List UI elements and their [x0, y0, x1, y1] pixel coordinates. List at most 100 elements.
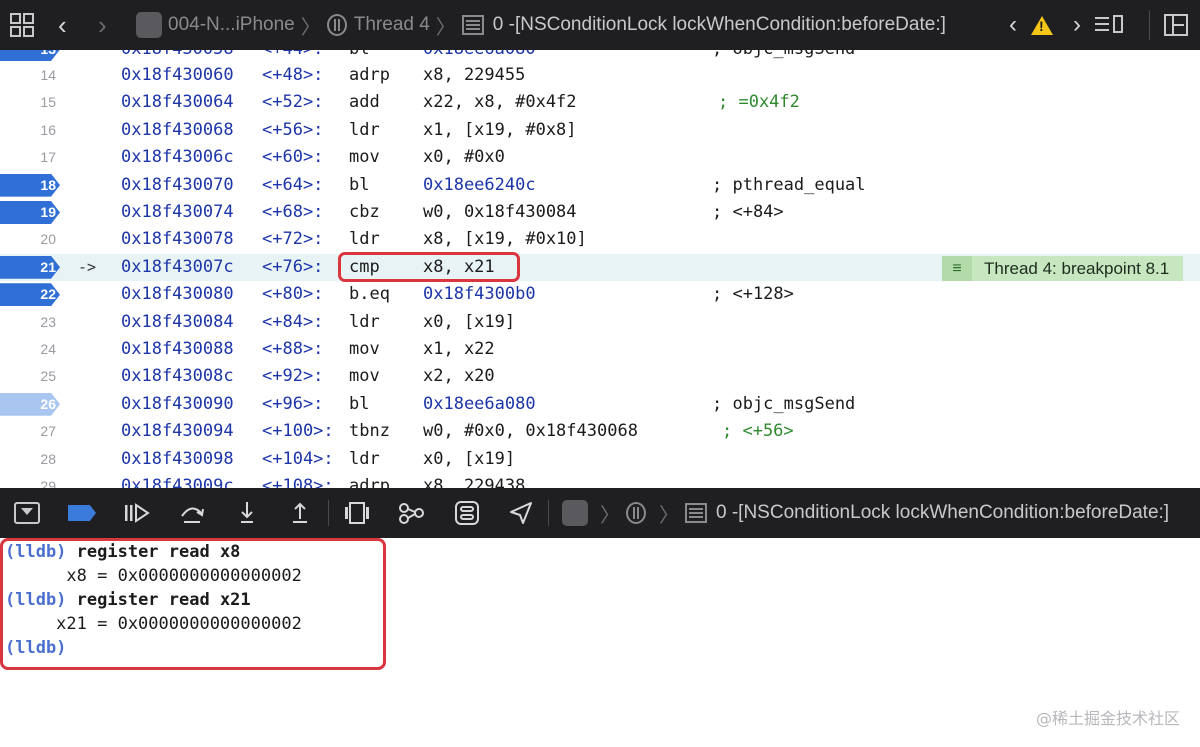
warning-icon[interactable]	[1031, 15, 1053, 35]
line-number: 25	[40, 368, 56, 385]
instruction-operands: x0, #0x0	[423, 147, 505, 168]
line-gutter[interactable]: 21	[0, 254, 60, 281]
line-gutter[interactable]: 16	[0, 117, 60, 144]
disassembly-row[interactable]: 16 0x18f430068 <+56>: ldr x1, [x19, #0x8…	[0, 117, 1200, 144]
disassembly-row[interactable]: 25 0x18f43008c <+92>: mov x2, x20	[0, 363, 1200, 390]
hide-debug-area-icon[interactable]	[14, 502, 40, 524]
forward-chevron-icon[interactable]: ›	[98, 10, 107, 41]
instruction-address: 0x18f430060	[121, 65, 234, 85]
line-gutter[interactable]: 17	[0, 144, 60, 171]
breakpoint-annotation[interactable]: ≡ Thread 4: breakpoint 8.1	[942, 256, 1184, 281]
step-into-icon[interactable]	[234, 500, 260, 526]
instruction-operands: x8, [x19, #0x10]	[423, 229, 587, 250]
disassembly-row[interactable]: 14 0x18f430060 <+48>: adrp x8, 229455	[0, 62, 1200, 89]
line-number: 29	[40, 478, 56, 488]
continue-icon[interactable]	[122, 500, 152, 526]
next-issue-chevron-icon[interactable]: ›	[1073, 11, 1081, 39]
debug-breadcrumb-frame[interactable]: 0 -[NSConditionLock lockWhenCondition:be…	[716, 502, 1169, 524]
simulate-location-icon[interactable]	[507, 500, 535, 526]
back-chevron-icon[interactable]: ‹	[58, 10, 67, 41]
line-gutter[interactable]: 23	[0, 309, 60, 336]
disassembly-row[interactable]: 18 0x18f430070 <+64>: bl 0x18ee6240c ; p…	[0, 172, 1200, 199]
line-gutter[interactable]: 18	[0, 172, 60, 199]
line-gutter[interactable]: 15	[0, 89, 60, 116]
cmp-instruction-highlight	[338, 252, 520, 282]
line-gutter[interactable]: 25	[0, 363, 60, 390]
breadcrumb-separator-icon: 〉	[435, 16, 456, 39]
watermark: @稀土掘金技术社区	[1035, 709, 1180, 728]
thread-icon[interactable]	[626, 502, 646, 524]
instruction-operands: x2, x20	[423, 366, 495, 387]
instruction-offset: <+68>:	[262, 202, 324, 222]
breakpoints-activate-icon[interactable]	[68, 505, 96, 521]
step-over-icon[interactable]	[178, 500, 206, 526]
line-number: 16	[40, 121, 56, 138]
line-gutter[interactable]: 29	[0, 473, 60, 488]
breadcrumb-thread[interactable]: Thread 4	[354, 14, 430, 36]
instruction-address: 0x18f430098	[121, 448, 234, 469]
instruction-address: 0x18f430088	[121, 339, 234, 359]
add-editor-split-icon[interactable]	[1164, 14, 1188, 36]
related-items-grid-icon[interactable]	[10, 13, 34, 37]
thread-icon	[326, 14, 347, 36]
step-out-icon[interactable]	[287, 500, 313, 526]
stack-frame-icon	[461, 15, 484, 35]
instruction-operands: x1, [x19, #0x8]	[423, 119, 577, 140]
editor-options-icon[interactable]	[1095, 15, 1125, 35]
line-gutter[interactable]: 14	[0, 62, 60, 89]
breadcrumb-project[interactable]: 004-N...iPhone	[168, 14, 295, 36]
line-number: 27	[40, 423, 56, 440]
disassembly-row[interactable]: 15 0x18f430064 <+52>: add x22, x8, #0x4f…	[0, 89, 1200, 116]
line-gutter[interactable]: 19	[0, 199, 60, 226]
instruction-mnemonic: tbnz	[349, 421, 390, 442]
editor-jump-bar: ‹ › 004-N...iPhone 〉 Thread 4 〉 0 -[NSCo…	[0, 0, 1200, 50]
breadcrumb-frame[interactable]: 0 -[NSConditionLock lockWhenCondition:be…	[493, 14, 946, 36]
instruction-address: 0x18f43008c	[121, 366, 234, 387]
disassembly-row-partial[interactable]: 29 0x18f43009c <+108>: adrp x8, 229438	[0, 473, 1200, 488]
instruction-address: 0x18f430078	[121, 229, 234, 250]
line-gutter[interactable]: 20	[0, 226, 60, 253]
instruction-offset: <+56>:	[262, 119, 324, 140]
lldb-console[interactable]: (lldb) register read x8 x8 = 0x000000000…	[0, 538, 1200, 747]
instruction-address: 0x18f43009c	[121, 476, 234, 488]
instruction-offset: <+84>:	[262, 311, 324, 332]
instruction-comment: ; =0x4f2	[718, 92, 800, 113]
disassembly-row[interactable]: 22 0x18f430080 <+80>: b.eq 0x18f4300b0 ;…	[0, 281, 1200, 308]
instruction-mnemonic: bl	[349, 393, 370, 414]
line-gutter[interactable]: 22	[0, 281, 60, 308]
instruction-address: 0x18f430084	[121, 311, 234, 332]
line-gutter[interactable]: 28	[0, 446, 60, 473]
jump-bar-right-controls: ‹ ›	[1009, 0, 1200, 50]
disassembly-row[interactable]: 24 0x18f430088 <+88>: mov x1, x22	[0, 336, 1200, 363]
disassembly-row[interactable]: 23 0x18f430084 <+84>: ldr x0, [x19]	[0, 309, 1200, 336]
annotation-menu-icon[interactable]: ≡	[942, 256, 972, 281]
disassembly-row[interactable]: 27 0x18f430094 <+100>: tbnz w0, #0x0, 0x…	[0, 418, 1200, 445]
previous-issue-chevron-icon[interactable]: ‹	[1009, 11, 1017, 39]
disassembly-editor[interactable]: 13 0x18f430058 <+44>: bl 0x18ee6a080 ; o…	[0, 50, 1200, 488]
line-number: 24	[40, 341, 56, 357]
disassembly-row[interactable]: 26 0x18f430090 <+96>: bl 0x18ee6a080 ; o…	[0, 391, 1200, 418]
instruction-operands: 0x18ee6240c	[423, 174, 536, 195]
line-number: 18	[40, 176, 56, 193]
line-number: 20	[40, 231, 56, 248]
line-number: 26	[40, 395, 56, 412]
line-number: 22	[40, 286, 56, 303]
view-hierarchy-icon[interactable]	[343, 500, 371, 526]
disassembly-row[interactable]: 20 0x18f430078 <+72>: ldr x8, [x19, #0x1…	[0, 226, 1200, 253]
line-gutter[interactable]: 27	[0, 418, 60, 445]
line-gutter[interactable]: 26	[0, 391, 60, 418]
instruction-comment: ; pthread_equal	[712, 174, 866, 195]
line-number: 28	[40, 450, 56, 467]
environment-overrides-icon[interactable]	[453, 500, 481, 526]
instruction-address: 0x18f430070	[121, 174, 234, 195]
instruction-operands: 0x18ee6a080	[423, 393, 536, 414]
disassembly-row[interactable]: 19 0x18f430074 <+68>: cbz w0, 0x18f43008…	[0, 199, 1200, 226]
instruction-address: 0x18f430064	[121, 92, 234, 113]
instruction-offset: <+104>:	[262, 448, 334, 469]
disassembly-row[interactable]: 28 0x18f430098 <+104>: ldr x0, [x19]	[0, 446, 1200, 473]
disassembly-row[interactable]: 17 0x18f43006c <+60>: mov x0, #0x0	[0, 144, 1200, 171]
line-number: 17	[40, 149, 56, 166]
instruction-mnemonic: mov	[349, 147, 380, 168]
line-gutter[interactable]: 24	[0, 336, 60, 363]
memory-graph-icon[interactable]	[397, 500, 427, 526]
